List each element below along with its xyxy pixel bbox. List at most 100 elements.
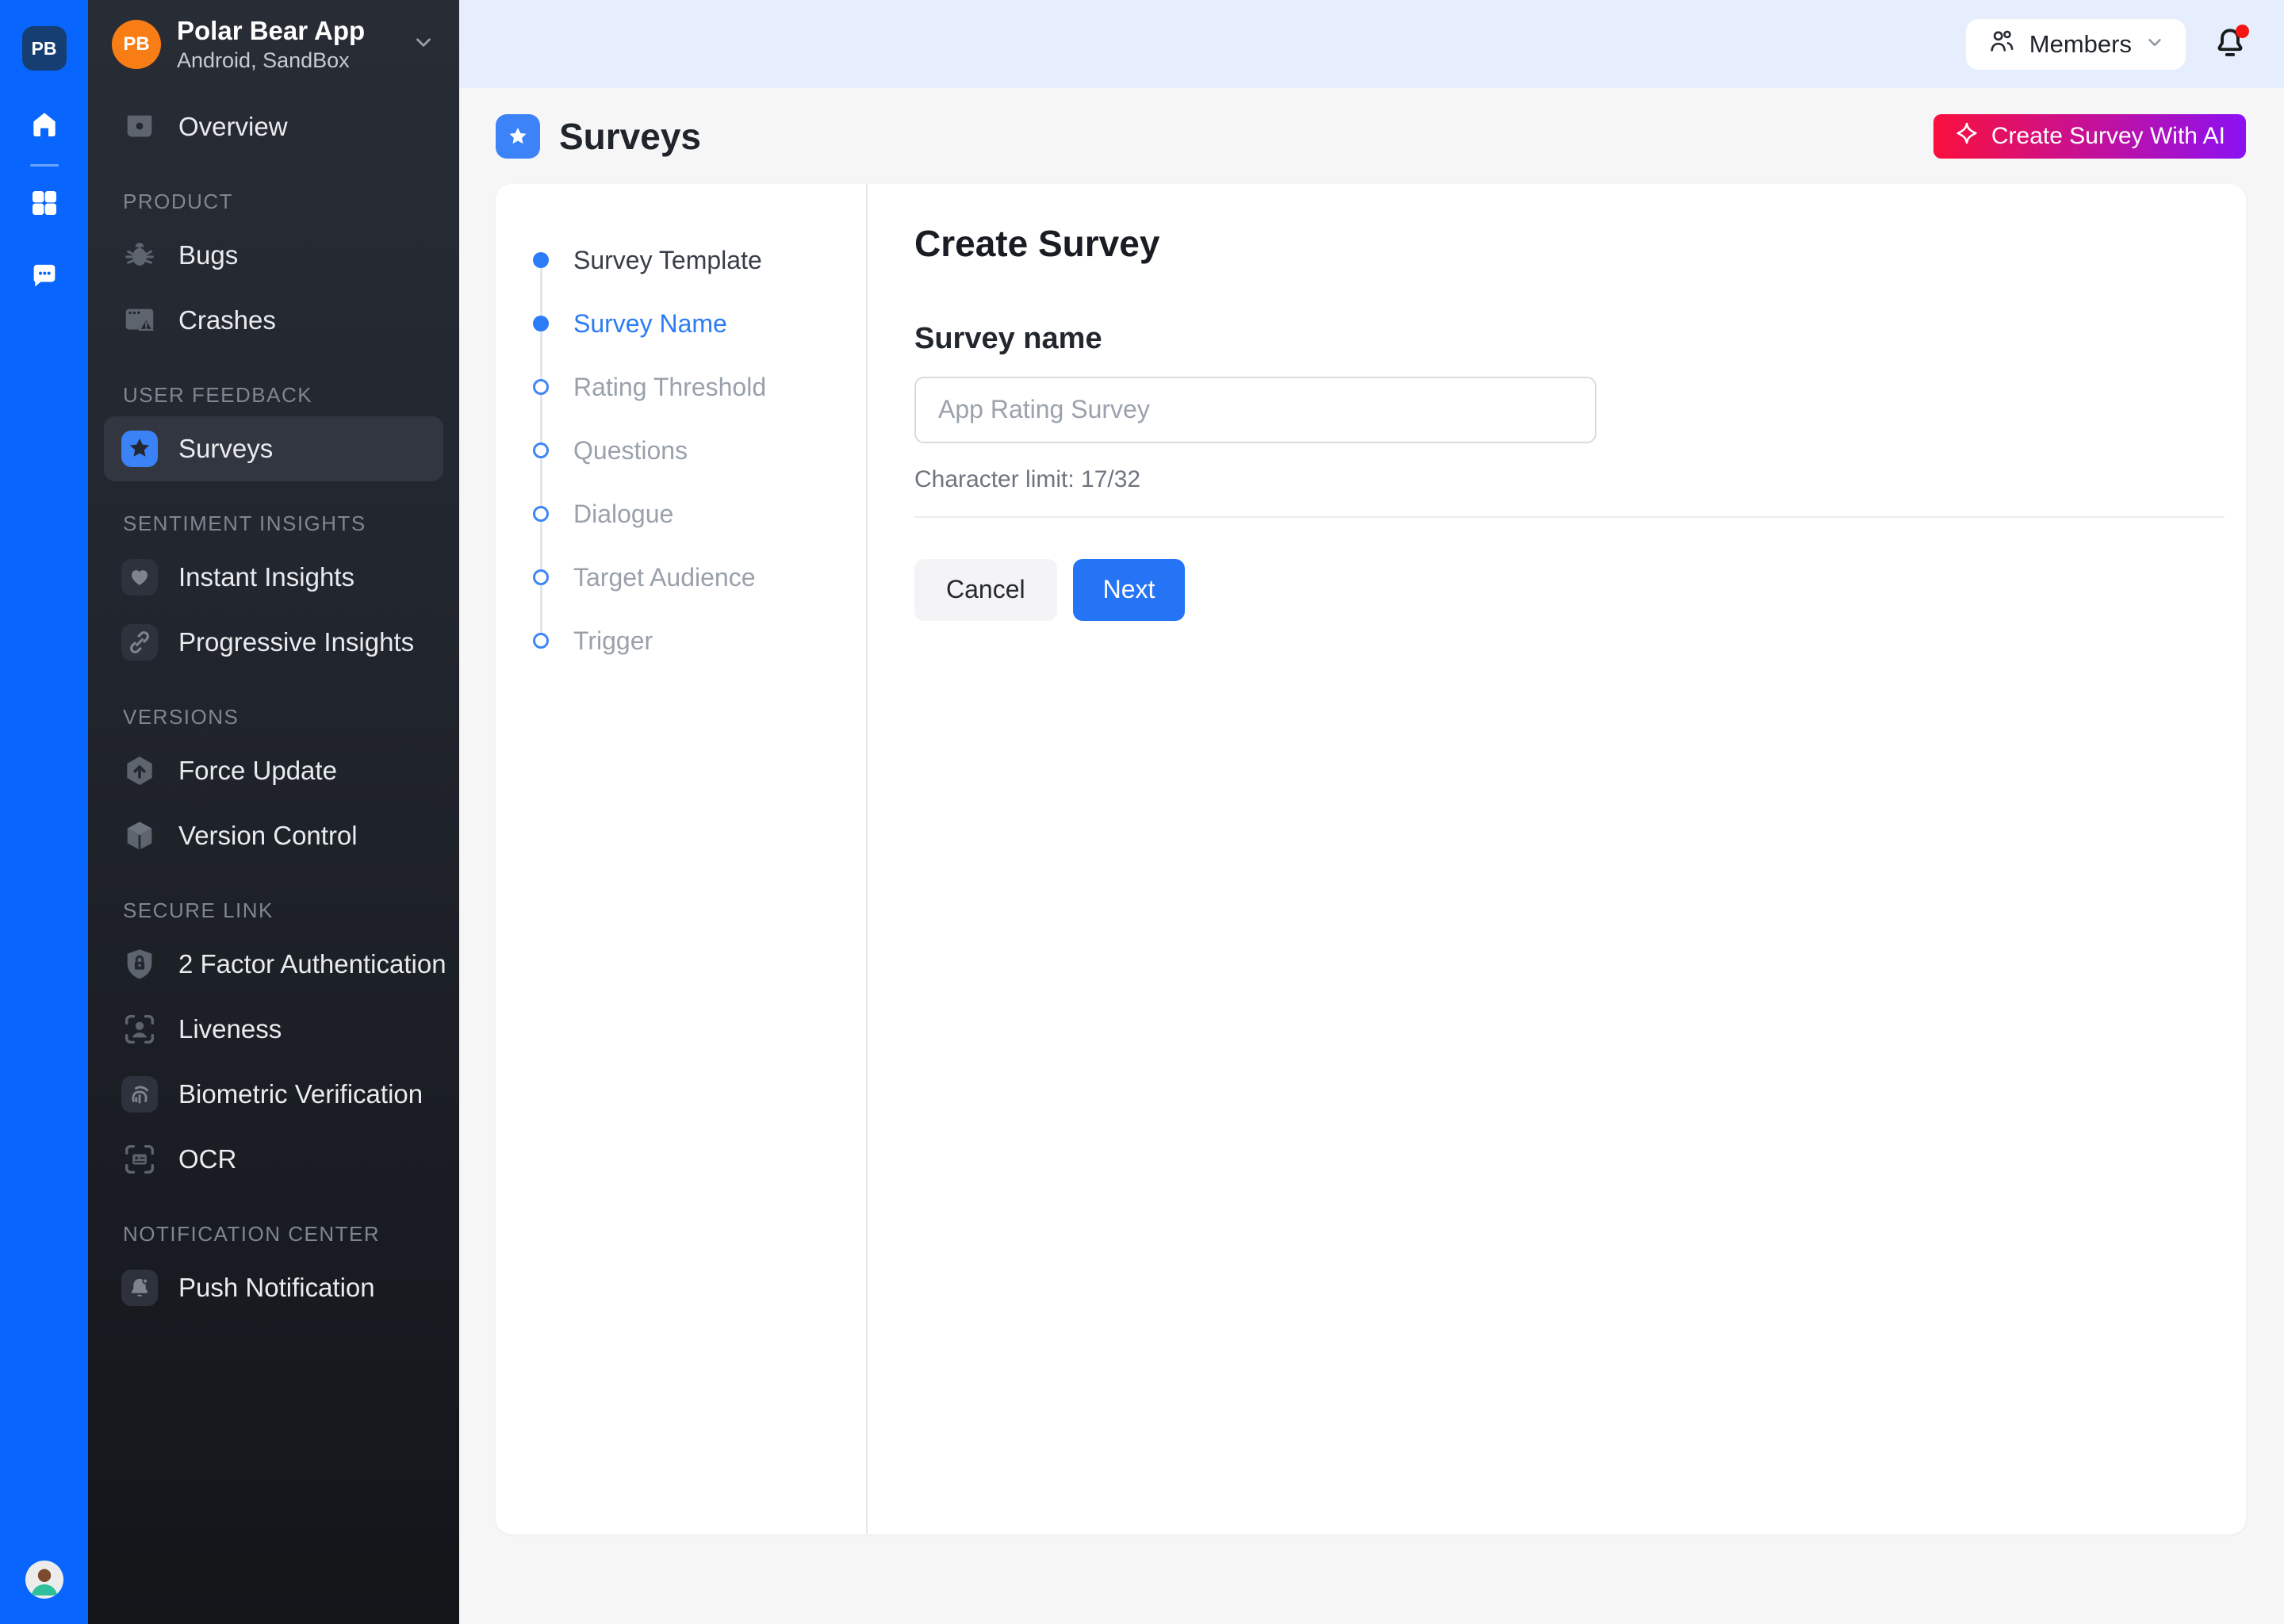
stepper: Survey Template Survey Name Rating Thres… (533, 228, 866, 672)
cancel-button[interactable]: Cancel (914, 559, 1057, 621)
sidebar-item-bugs[interactable]: Bugs (104, 223, 443, 288)
step-rating-threshold[interactable]: Rating Threshold (533, 355, 866, 419)
create-survey-with-ai-button[interactable]: Create Survey With AI (1933, 114, 2246, 159)
card-scan-icon (121, 1141, 158, 1178)
sidebar-item-biometric-verification[interactable]: Biometric Verification (104, 1062, 443, 1127)
sidebar-item-label: Push Notification (178, 1273, 375, 1303)
sidebar-item-push-notification[interactable]: Push Notification (104, 1255, 443, 1320)
app-root: PB PB Polar Bear App Android, SandBox (0, 0, 2284, 1624)
fingerprint-icon (121, 1076, 158, 1113)
step-survey-name[interactable]: Survey Name (533, 292, 866, 355)
home-button[interactable] (27, 109, 62, 144)
notification-dot (2236, 25, 2249, 38)
left-rail: PB (0, 0, 88, 1624)
form-heading: Create Survey (914, 222, 2246, 266)
step-label: Survey Template (573, 246, 762, 275)
rail-divider (30, 164, 59, 167)
survey-name-input[interactable] (914, 377, 1596, 443)
sidebar-item-label: Surveys (178, 434, 273, 464)
sidebar-item-label: Overview (178, 112, 288, 142)
chevron-down-icon (2144, 30, 2165, 59)
step-dot (533, 379, 549, 395)
step-label: Trigger (573, 626, 653, 656)
version-control-icon (121, 818, 158, 854)
step-dot (533, 252, 549, 268)
step-dot (533, 316, 549, 331)
step-label: Target Audience (573, 563, 756, 592)
next-button[interactable]: Next (1073, 559, 1186, 621)
app-subtitle: Android, SandBox (177, 48, 365, 73)
app-name: Polar Bear App (177, 15, 365, 47)
step-dialogue[interactable]: Dialogue (533, 482, 866, 546)
section-label-notification-center: NOTIFICATION CENTER (104, 1222, 443, 1246)
force-update-icon (121, 753, 158, 789)
bell-icon (2212, 52, 2248, 63)
step-survey-template[interactable]: Survey Template (533, 228, 866, 292)
step-label: Rating Threshold (573, 373, 766, 402)
chevron-down-icon (412, 30, 435, 58)
chat-button[interactable] (27, 260, 62, 295)
crash-icon (121, 302, 158, 339)
sidebar-item-progressive-insights[interactable]: Progressive Insights (104, 610, 443, 675)
app-avatar: PB (112, 20, 161, 69)
chat-icon (29, 260, 60, 296)
sidebar-item-surveys[interactable]: Surveys (104, 416, 443, 481)
section-label-product: PRODUCT (104, 190, 443, 213)
page-title: Surveys (559, 115, 701, 158)
sidebar-item-ocr[interactable]: OCR (104, 1127, 443, 1192)
page-header: Surveys Create Survey With AI (459, 88, 2284, 184)
sidebar: PB Polar Bear App Android, SandBox Overv… (88, 0, 459, 1624)
avatar-photo (25, 1561, 63, 1599)
face-scan-icon (121, 1011, 158, 1048)
apps-button[interactable] (27, 187, 62, 222)
sidebar-item-overview[interactable]: Overview (104, 94, 443, 159)
sidebar-item-force-update[interactable]: Force Update (104, 738, 443, 803)
members-button[interactable]: Members (1966, 19, 2186, 70)
notifications-button[interactable] (2209, 24, 2251, 65)
sidebar-item-crashes[interactable]: Crashes (104, 288, 443, 353)
app-switcher[interactable]: PB Polar Bear App Android, SandBox (88, 0, 459, 88)
form-actions: Cancel Next (914, 559, 2246, 621)
content: Survey Template Survey Name Rating Thres… (459, 184, 2284, 1624)
user-avatar[interactable] (25, 1561, 63, 1599)
section-label-secure-link: SECURE LINK (104, 898, 443, 922)
star-icon (504, 123, 531, 150)
form-divider (914, 516, 2225, 518)
sidebar-item-2fa[interactable]: 2 Factor Authentication (104, 932, 443, 997)
sidebar-item-label: OCR (178, 1144, 236, 1174)
step-label: Questions (573, 436, 688, 465)
ai-button-label: Create Survey With AI (1991, 123, 2225, 150)
members-label: Members (2029, 30, 2132, 59)
bug-icon (121, 237, 158, 274)
main-area: Members Surveys Create Survey With AI (459, 0, 2284, 1624)
section-label-user-feedback: USER FEEDBACK (104, 383, 443, 407)
sidebar-item-liveness[interactable]: Liveness (104, 997, 443, 1062)
sidebar-nav: Overview PRODUCT Bugs Crashes USER FEEDB… (88, 88, 459, 1624)
surveys-page-icon (496, 114, 540, 159)
step-target-audience[interactable]: Target Audience (533, 546, 866, 609)
sidebar-item-label: Liveness (178, 1014, 282, 1044)
sparkle-icon (1954, 121, 1979, 152)
sidebar-item-label: Crashes (178, 305, 276, 335)
members-icon (1987, 26, 2017, 63)
sidebar-item-label: Biometric Verification (178, 1079, 423, 1109)
grid-icon (29, 187, 60, 223)
sidebar-item-instant-insights[interactable]: Instant Insights (104, 545, 443, 610)
section-label-sentiment-insights: SENTIMENT INSIGHTS (104, 511, 443, 535)
step-dot (533, 569, 549, 585)
shield-lock-icon (121, 946, 158, 982)
step-questions[interactable]: Questions (533, 419, 866, 482)
stepper-column: Survey Template Survey Name Rating Thres… (496, 184, 868, 1534)
surveys-star-icon (121, 431, 158, 467)
sidebar-item-label: Instant Insights (178, 562, 354, 592)
step-label: Dialogue (573, 500, 673, 529)
sidebar-item-label: Progressive Insights (178, 627, 414, 657)
topbar: Members (459, 0, 2284, 88)
step-trigger[interactable]: Trigger (533, 609, 866, 672)
sidebar-item-label: 2 Factor Authentication (178, 949, 446, 979)
workspace-logo[interactable]: PB (22, 26, 67, 71)
sidebar-item-version-control[interactable]: Version Control (104, 803, 443, 868)
bell-badge-icon (121, 1270, 158, 1306)
heart-icon (121, 559, 158, 596)
step-dot (533, 633, 549, 649)
